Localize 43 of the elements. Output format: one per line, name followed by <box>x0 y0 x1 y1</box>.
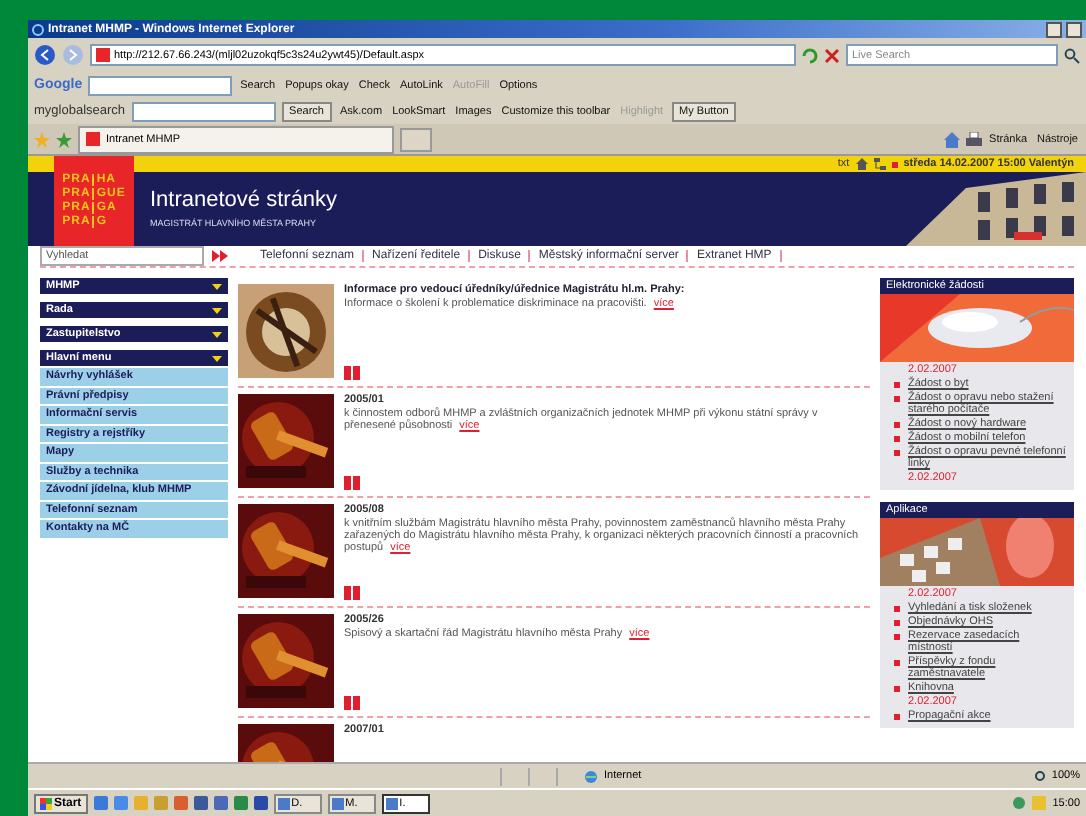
bullet-icon <box>894 660 900 666</box>
marker-icon <box>344 366 360 380</box>
bullet-icon <box>894 382 900 388</box>
page-icon <box>86 132 100 146</box>
back-button[interactable] <box>34 44 56 66</box>
caret-icon <box>212 307 222 313</box>
caret-icon <box>212 283 222 289</box>
globe-icon <box>584 769 598 783</box>
maximize-button[interactable] <box>1066 21 1082 37</box>
bullet-icon <box>894 634 900 640</box>
bullet-icon <box>891 161 898 167</box>
browser-icon <box>32 23 44 35</box>
minimize-button[interactable] <box>1046 21 1062 37</box>
go-icon[interactable] <box>212 250 228 262</box>
new-tab-button[interactable] <box>400 127 432 151</box>
caret-icon <box>212 331 222 337</box>
stop-icon[interactable] <box>824 47 840 63</box>
search-field[interactable] <box>88 75 233 95</box>
search-icon[interactable] <box>1064 47 1080 63</box>
windows-icon <box>40 797 52 809</box>
bullet-icon <box>894 396 900 402</box>
home-icon[interactable] <box>855 158 868 170</box>
search-field[interactable] <box>131 101 276 121</box>
add-favorite-icon[interactable] <box>56 131 72 147</box>
bullet-icon <box>894 686 900 692</box>
marker-icon <box>344 696 360 710</box>
sitemap-icon[interactable] <box>873 158 886 170</box>
bullet-icon <box>894 436 900 442</box>
app-icon <box>385 797 398 809</box>
site-title: Intranetové stránky <box>150 188 340 212</box>
app-icon <box>331 797 344 809</box>
marker-icon <box>344 476 360 490</box>
bullet-icon <box>894 450 900 456</box>
print-icon[interactable] <box>965 131 982 147</box>
bullet-icon <box>894 620 900 626</box>
bullet-icon <box>894 422 900 428</box>
bullet-icon <box>894 714 900 720</box>
zoom-icon <box>1033 770 1046 782</box>
bullet-icon <box>894 606 900 612</box>
page-icon <box>96 48 110 62</box>
marker-icon <box>344 586 360 600</box>
caret-icon <box>212 355 222 361</box>
refresh-icon[interactable] <box>802 47 818 63</box>
